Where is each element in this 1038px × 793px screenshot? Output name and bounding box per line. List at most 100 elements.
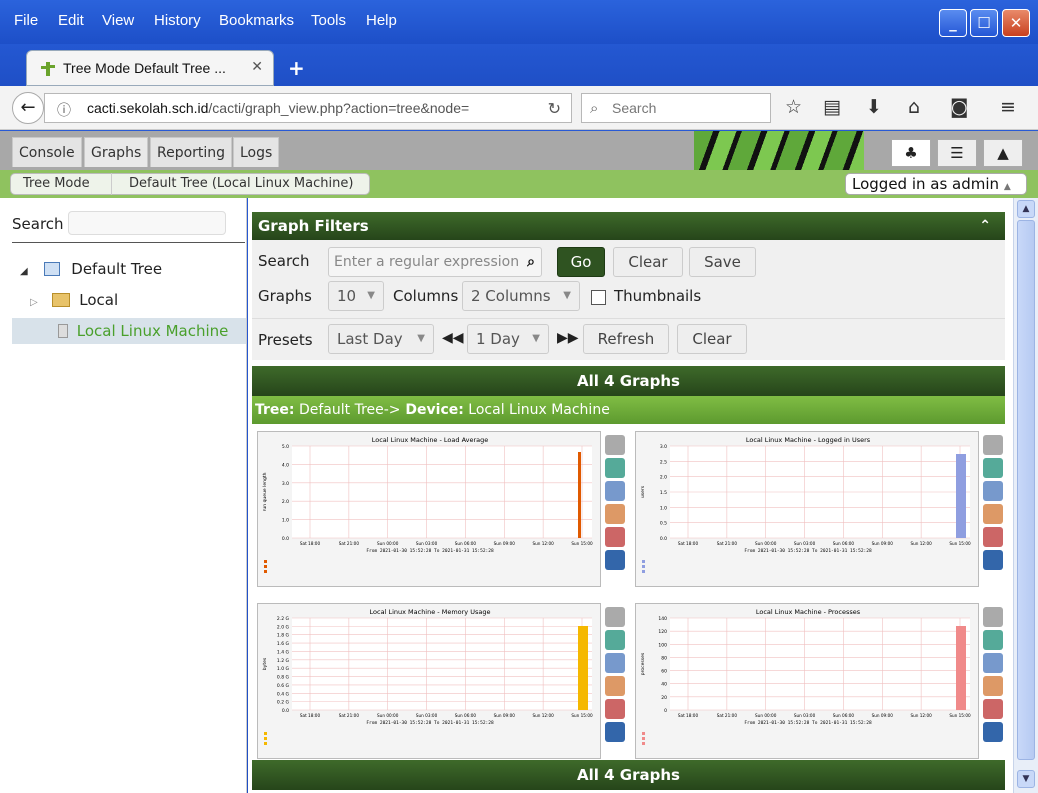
graph-zoom-icon[interactable] [605, 699, 625, 719]
thumbnails-checkbox[interactable] [591, 290, 606, 305]
graph-list-icon[interactable] [605, 653, 625, 673]
tab-graphs[interactable]: Graphs [84, 137, 149, 167]
graph-title: Local Linux Machine - Load Average [372, 436, 489, 444]
graph-settings-icon[interactable] [983, 435, 1003, 455]
tab-console[interactable]: Console [12, 137, 82, 167]
tab-reporting[interactable]: Reporting [150, 137, 233, 167]
preview-view-icon[interactable]: ▲ [983, 139, 1023, 167]
scroll-down-icon[interactable]: ▼ [1017, 770, 1035, 788]
legend-swatch [264, 560, 267, 563]
menu-history[interactable]: History [154, 12, 201, 29]
graph-image[interactable]: Local Linux Machine - Logged in Users 3.0… [635, 431, 979, 587]
tab-logs[interactable]: Logs [233, 137, 280, 167]
list-view-icon[interactable]: ☰ [937, 139, 977, 167]
clear-button[interactable]: Clear [613, 247, 683, 277]
tree-node-local-linux-machine[interactable]: Local Linux Machine [58, 322, 228, 340]
search-input[interactable]: ⌕ Search [581, 93, 771, 123]
new-tab-icon[interactable]: + [288, 56, 305, 80]
expand-arrow-icon[interactable]: ◢ [20, 266, 28, 277]
breadcrumb-default-tree[interactable]: Default Tree (Local Linux Machine) [129, 174, 353, 194]
graph-settings-icon[interactable] [605, 607, 625, 627]
x-tick-label: Sat 21:00 [339, 541, 360, 546]
go-button[interactable]: Go [557, 247, 605, 277]
graph-title: Local Linux Machine - Memory Usage [370, 608, 491, 616]
close-button[interactable]: ✕ [1002, 9, 1030, 37]
home-icon[interactable]: ⌂ [908, 96, 920, 118]
shift-right-icon[interactable]: ▶▶ [557, 330, 579, 346]
tree-node-default-tree[interactable]: ◢ Default Tree [20, 260, 162, 278]
download-icon[interactable]: ⬇ [866, 96, 882, 118]
refresh-button[interactable]: Refresh [583, 324, 669, 354]
graph-image[interactable]: Local Linux Machine - Memory Usage 2.2 G 2… [257, 603, 601, 759]
graph-zoom-icon[interactable] [983, 527, 1003, 547]
hamburger-menu-icon[interactable]: ≡ [1000, 96, 1016, 118]
maximize-button[interactable]: ☐ [970, 9, 998, 37]
graph-image[interactable]: Local Linux Machine - Load Average 5.0 4.0… [257, 431, 601, 587]
reading-list-icon[interactable]: ▤ [823, 96, 841, 118]
graph-list-icon[interactable] [605, 481, 625, 501]
menu-edit[interactable]: Edit [58, 12, 84, 29]
columns-select[interactable]: 2 Columns ▼ [462, 281, 580, 311]
graphs-per-page-select[interactable]: 10 ▼ [328, 281, 384, 311]
y-tick-label: 0.4 G [277, 691, 290, 697]
graph-edit-icon[interactable] [983, 504, 1003, 524]
graph-csv-icon[interactable] [983, 630, 1003, 650]
back-icon[interactable]: ← [12, 92, 44, 124]
menu-bookmarks[interactable]: Bookmarks [219, 12, 294, 29]
folder-icon [52, 293, 71, 307]
minimize-button[interactable]: _ [939, 9, 967, 37]
collapse-icon[interactable]: ⌃ [979, 212, 991, 240]
logged-in-menu[interactable]: Logged in as admin ▲ [845, 173, 1027, 195]
menu-file[interactable]: File [14, 12, 38, 29]
y-axis-label: users [640, 485, 646, 498]
graph-edit-icon[interactable] [605, 676, 625, 696]
graph-timespan-icon[interactable] [983, 550, 1003, 570]
graph-timespan-icon[interactable] [605, 550, 625, 570]
scroll-thumb[interactable] [1017, 220, 1035, 760]
graph-zoom-icon[interactable] [605, 527, 625, 547]
graph-settings-icon[interactable] [983, 607, 1003, 627]
menu-tools[interactable]: Tools [311, 12, 346, 29]
graph-list-icon[interactable] [983, 653, 1003, 673]
graph-csv-icon[interactable] [605, 630, 625, 650]
graph-zoom-icon[interactable] [983, 699, 1003, 719]
menu-help[interactable]: Help [366, 12, 397, 29]
url-bar[interactable]: ⓘ cacti.sekolah.sch.id/cacti/graph_view.… [44, 93, 572, 123]
vertical-scrollbar[interactable]: ▲ ▼ [1013, 198, 1038, 793]
y-tick-label: 20 [661, 695, 667, 701]
y-tick-label: 0.0 [660, 536, 667, 542]
timespan-select[interactable]: 1 Day ▼ [467, 324, 549, 354]
tab-close-icon[interactable]: ✕ [251, 59, 263, 75]
bookmark-star-icon[interactable]: ☆ [785, 96, 802, 118]
y-tick-label: 140 [658, 616, 667, 622]
tree-view-icon[interactable]: ♣ [891, 139, 931, 167]
graph-csv-icon[interactable] [983, 458, 1003, 478]
graph-settings-icon[interactable] [605, 435, 625, 455]
graph-csv-icon[interactable] [605, 458, 625, 478]
graph-timespan-icon[interactable] [605, 722, 625, 742]
clear-preset-button[interactable]: Clear [677, 324, 747, 354]
filter-search-input[interactable]: Enter a regular expression ⌕ [328, 247, 542, 277]
thumbnails-label: Thumbnails [614, 287, 702, 305]
reload-icon[interactable]: ↻ [548, 99, 561, 118]
graph-image[interactable]: Local Linux Machine - Processes 140 120 100… [635, 603, 979, 759]
menu-view[interactable]: View [102, 12, 134, 29]
preset-select[interactable]: Last Day ▼ [328, 324, 434, 354]
x-tick-label: Sun 09:00 [872, 541, 894, 546]
info-icon[interactable]: ⓘ [57, 100, 71, 120]
collapse-arrow-icon[interactable]: ▷ [30, 297, 38, 308]
pocket-icon[interactable]: ◙ [950, 96, 968, 118]
x-tick-label: Sat 21:00 [717, 541, 738, 546]
save-button[interactable]: Save [689, 247, 756, 277]
scroll-up-icon[interactable]: ▲ [1017, 200, 1035, 218]
x-tick-label: Sun 00:00 [755, 713, 777, 718]
graph-edit-icon[interactable] [605, 504, 625, 524]
browser-tab[interactable]: Tree Mode Default Tree ... ✕ [26, 50, 274, 86]
graph-edit-icon[interactable] [983, 676, 1003, 696]
graph-timespan-icon[interactable] [983, 722, 1003, 742]
graph-list-icon[interactable] [983, 481, 1003, 501]
tree-search-input[interactable] [68, 211, 226, 235]
shift-left-icon[interactable]: ◀◀ [442, 330, 464, 346]
tree-node-local[interactable]: ▷ Local [30, 291, 118, 309]
breadcrumb-tree-mode[interactable]: Tree Mode [23, 174, 90, 194]
